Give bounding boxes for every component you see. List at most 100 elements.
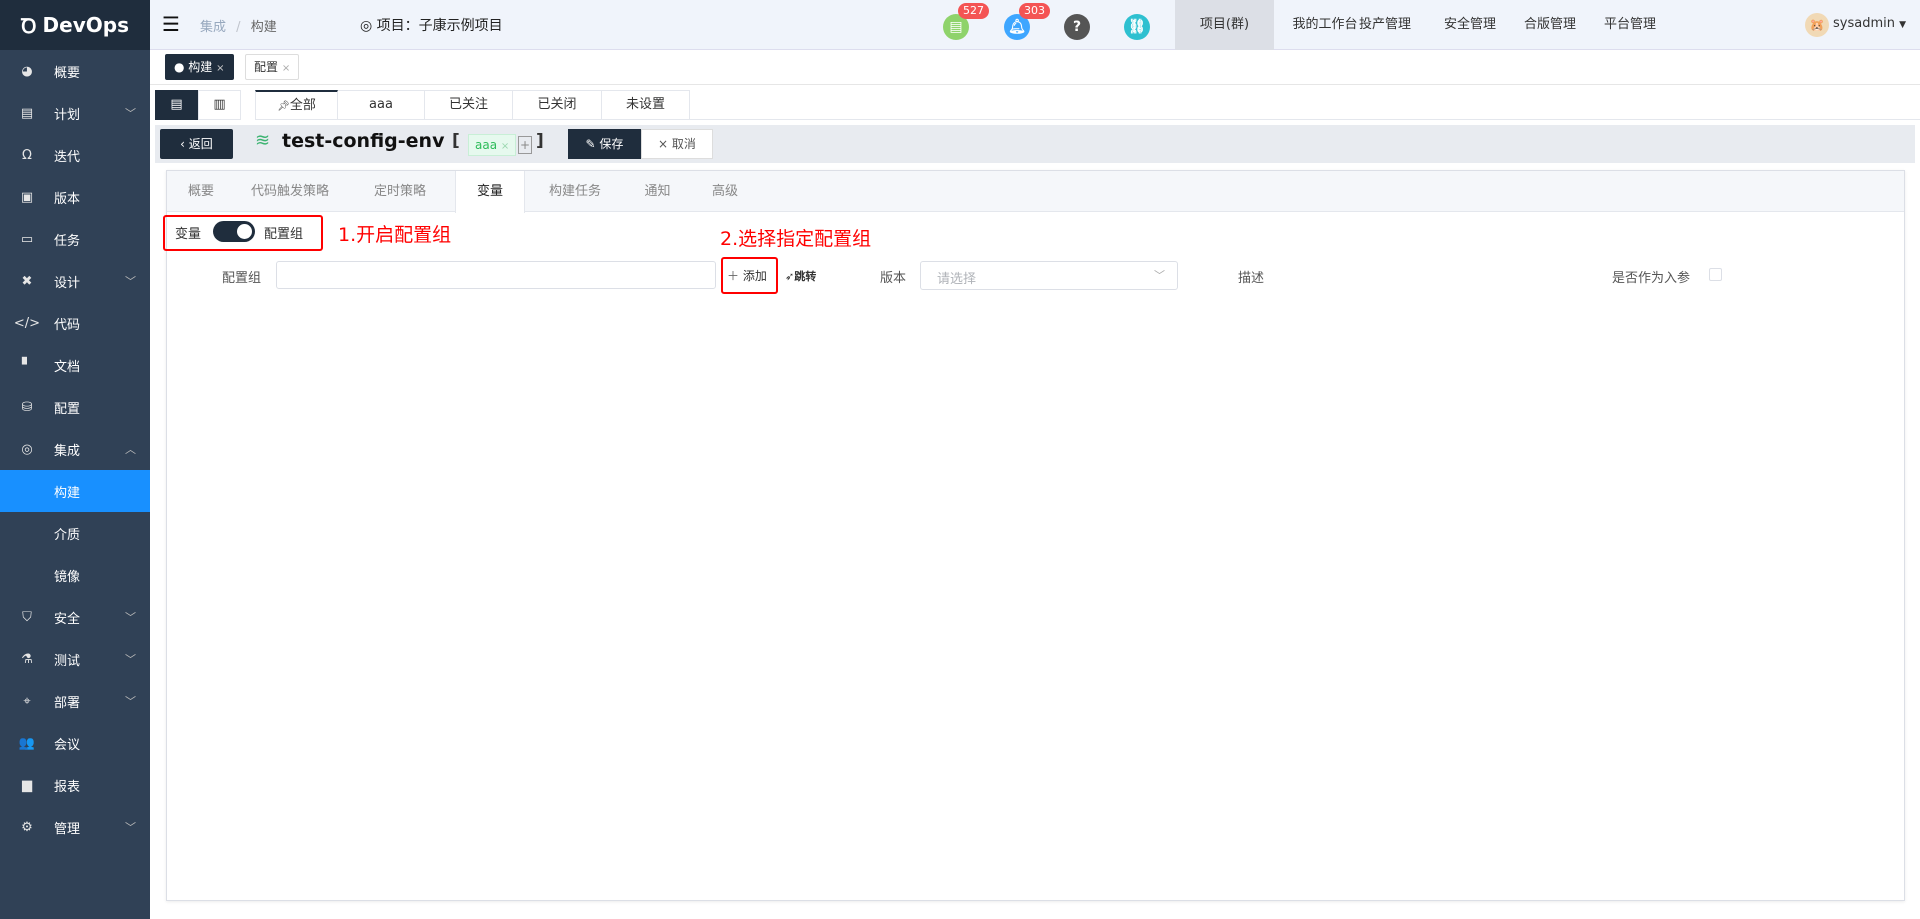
gear-icon: ⚙	[21, 819, 33, 835]
cancel-button[interactable]: × 取消	[641, 129, 713, 159]
integration-icon: ◎	[21, 441, 33, 457]
config-group-switch[interactable]	[213, 221, 255, 242]
tab[interactable]: 通知	[625, 171, 690, 212]
chevron-icon: ﹀	[125, 611, 136, 624]
sidebar-item[interactable]: ◎ 集成 ︿	[0, 428, 150, 470]
sidebar-item[interactable]: ◕ 概要	[0, 50, 150, 92]
sidebar-item-label: 管理	[54, 821, 81, 837]
sidebar-item[interactable]: ⚙ 管理 ﹀	[0, 806, 150, 848]
nav-item[interactable]: 安全管理	[1430, 0, 1510, 50]
tab[interactable]: 概要	[167, 171, 235, 212]
breadcrumb: 集成 / 构建	[200, 20, 277, 35]
breadcrumb-build: 构建	[250, 20, 277, 35]
sidebar-item[interactable]: ▘ 文档	[0, 344, 150, 386]
task-icon: ▭	[20, 231, 34, 247]
chevron-icon: ﹀	[125, 821, 136, 834]
flask-icon: ⚗	[21, 651, 33, 667]
sidebar-item[interactable]: 构建	[0, 470, 150, 512]
add-label-button[interactable]: +	[518, 136, 532, 154]
tab[interactable]: 定时策略	[345, 171, 455, 212]
project-selector[interactable]: ◎ 项目：子康示例项目	[360, 15, 503, 35]
tab[interactable]: 构建任务	[525, 171, 625, 212]
nav-item[interactable]: 项目(群)	[1175, 0, 1274, 50]
tab[interactable]: 高级	[690, 171, 760, 212]
meeting-icon: 👥	[18, 735, 36, 751]
sidebar-item[interactable]: ✖ 设计 ﹀	[0, 260, 150, 302]
jump-link[interactable]: ➶跳转	[785, 268, 816, 284]
filter-tab[interactable]: aaa	[338, 90, 425, 120]
help-icon[interactable]: ?	[1064, 14, 1090, 40]
filter-tab[interactable]: 📌︎全部	[255, 90, 338, 120]
config-icon: ⛁	[21, 399, 33, 415]
pipeline-title: test-config-env	[282, 130, 445, 152]
close-icon[interactable]: ×	[216, 63, 224, 74]
crosshair-icon: ⌖	[23, 693, 31, 709]
config-group-input[interactable]	[276, 261, 716, 289]
board-view-icon[interactable]: ▥	[198, 90, 241, 120]
add-button[interactable]: ＋ 添加	[727, 267, 767, 284]
sidebar-item[interactable]: 介质	[0, 512, 150, 554]
sidebar-item[interactable]: ⚗ 测试 ﹀	[0, 638, 150, 680]
sidebar-item-label: 集成	[54, 443, 81, 459]
label-tag[interactable]: aaa ×	[468, 134, 517, 156]
chevron-down-icon: ﹀	[1154, 269, 1165, 282]
list-view-icon[interactable]: ▤	[155, 90, 198, 120]
nav-item[interactable]: 平台管理	[1590, 0, 1670, 50]
sidebar-item[interactable]: 👥 会议	[0, 722, 150, 764]
sidebar-item[interactable]: ▣ 版本	[0, 176, 150, 218]
sidebar-item[interactable]: ▆ 报表	[0, 764, 150, 806]
sidebar-item[interactable]: ⛉ 安全 ﹀	[0, 596, 150, 638]
sidebar-item-label: 迭代	[54, 149, 81, 165]
docs-badge: 527	[958, 3, 989, 19]
sidebar-item[interactable]: 镜像	[0, 554, 150, 596]
version-select[interactable]: 请选择 ﹀	[920, 261, 1178, 290]
nav-item[interactable]: 合版管理	[1510, 0, 1590, 50]
sidebar-item-label: 代码	[54, 317, 81, 333]
layers-icon: ≋	[255, 130, 271, 151]
link-icon[interactable]: ⛓	[1124, 14, 1150, 40]
plan-icon: ▤	[20, 105, 34, 121]
nav-item[interactable]: 投产管理	[1350, 0, 1420, 50]
tag-config[interactable]: 配置 ×	[245, 54, 300, 80]
sidebar: Ꝺ DevOps ◕ 概要 ▤ 计划 ﹀ Ω 迭代 ▣ 版本 ▭ 任务 ✖ 设计 ﹀ </> 代码 ▘ 文档 ⛁ 配置 ◎…	[0, 0, 150, 919]
filter-tab[interactable]: 已关闭	[513, 90, 602, 120]
sidebar-item-label: 安全	[54, 611, 81, 627]
user-menu[interactable]: sysadmin ▼	[1833, 16, 1906, 31]
chevron-icon: ﹀	[125, 695, 136, 708]
close-icon[interactable]: ×	[501, 141, 509, 152]
save-button[interactable]: ✎ 保存	[568, 129, 641, 159]
filter-tab[interactable]: 未设置	[602, 90, 690, 120]
sidebar-item[interactable]: ▭ 任务	[0, 218, 150, 260]
tab[interactable]: 变量	[455, 171, 525, 213]
back-button[interactable]: ‹ 返回	[160, 129, 233, 159]
version-icon: ▣	[20, 189, 34, 205]
sidebar-item-label: 构建	[54, 485, 81, 501]
bell-badge: 303	[1019, 3, 1050, 19]
tab[interactable]: 代码触发策略	[235, 171, 345, 212]
document-icon: ▘	[22, 357, 32, 373]
menu-toggle-icon[interactable]: ☰	[162, 12, 180, 36]
input-param-checkbox[interactable]	[1709, 268, 1722, 281]
chevron-icon: ︿	[125, 443, 136, 456]
tag-build[interactable]: ● 构建 ×	[165, 54, 234, 80]
shield-icon: ⛉	[22, 609, 32, 625]
sidebar-item[interactable]: ⌖ 部署 ﹀	[0, 680, 150, 722]
sidebar-item-label: 配置	[54, 401, 81, 417]
chevron-icon: ﹀	[125, 653, 136, 666]
close-icon[interactable]: ×	[282, 63, 290, 74]
sidebar-item-label: 报表	[54, 779, 81, 795]
breadcrumb-integration[interactable]: 集成	[200, 20, 226, 35]
send-icon: ➶	[785, 270, 795, 283]
dashboard-icon: ◕	[21, 63, 33, 79]
sidebar-item-label: 版本	[54, 191, 81, 207]
avatar[interactable]: 🐹	[1805, 13, 1829, 37]
sidebar-item[interactable]: Ω 迭代	[0, 134, 150, 176]
sidebar-item[interactable]: ▤ 计划 ﹀	[0, 92, 150, 134]
eye-icon: ◎	[360, 18, 377, 34]
sidebar-item[interactable]: </> 代码	[0, 302, 150, 344]
sidebar-item-label: 会议	[54, 737, 81, 753]
sidebar-item[interactable]: ⛁ 配置	[0, 386, 150, 428]
filter-tab[interactable]: 已关注	[425, 90, 513, 120]
app-logo[interactable]: Ꝺ DevOps	[0, 0, 150, 50]
sidebar-item-label: 概要	[54, 65, 81, 81]
